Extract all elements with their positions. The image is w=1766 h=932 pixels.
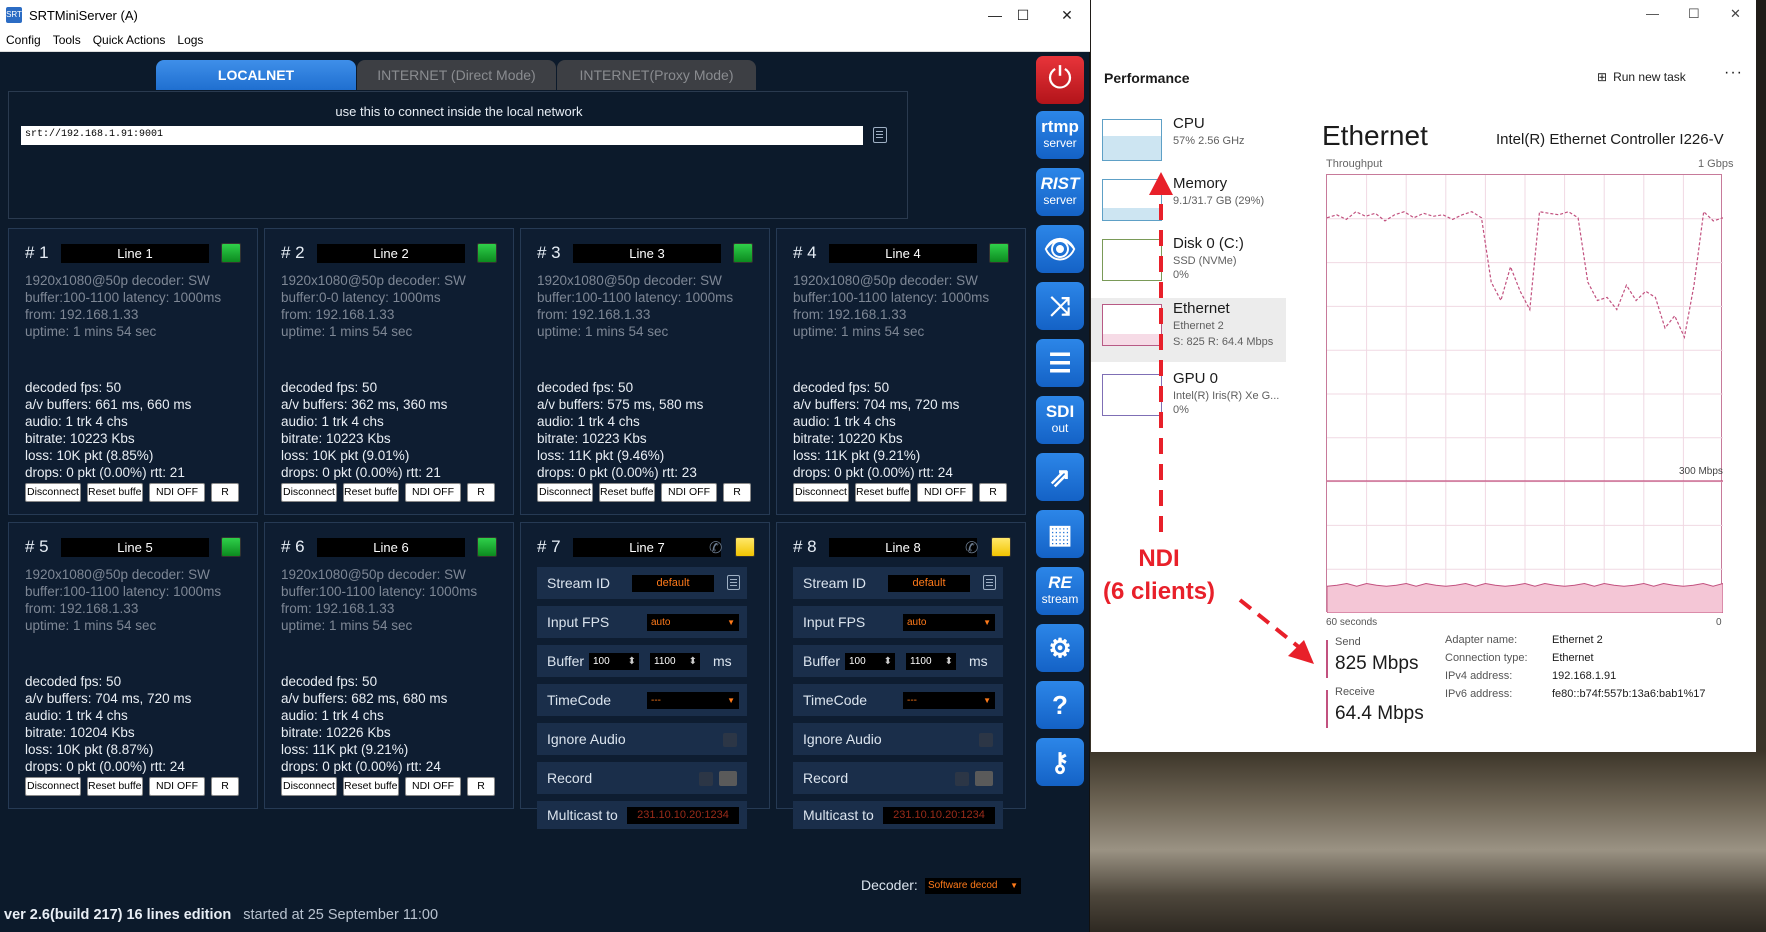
arrow-head-up bbox=[1149, 172, 1173, 195]
ndi-annotation: NDI (6 clients) bbox=[1103, 542, 1215, 608]
annotation-overlay bbox=[1149, 172, 1314, 664]
annotation-arrow-down bbox=[1238, 598, 1302, 650]
arrow-head-down bbox=[1288, 640, 1314, 664]
annotation-subtitle: (6 clients) bbox=[1103, 578, 1216, 605]
annotation-title: NDI bbox=[1138, 545, 1180, 572]
